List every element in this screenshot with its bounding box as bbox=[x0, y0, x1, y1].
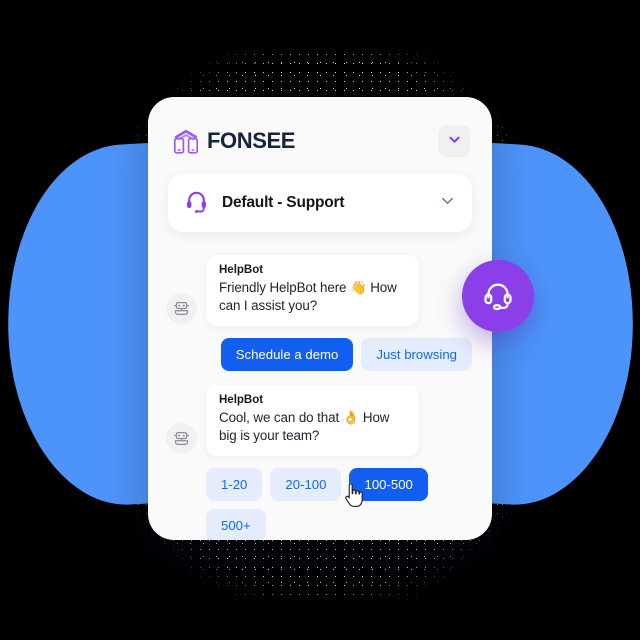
quick-reply-schedule-a-demo[interactable]: Schedule a demo bbox=[220, 338, 354, 371]
chevron-down-icon[interactable] bbox=[439, 192, 456, 214]
brand-name: FONSEE bbox=[207, 128, 296, 153]
quick-reply-100-500[interactable]: 100-500 bbox=[349, 468, 428, 501]
message-text: Friendly HelpBot here 👋 How can I assist… bbox=[219, 280, 397, 313]
message-author: HelpBot bbox=[219, 264, 264, 276]
message-row: HelpBot Cool, we can do that 👌 How big i… bbox=[166, 385, 474, 456]
headset-icon bbox=[184, 188, 209, 218]
message-text: Cool, we can do that 👌 How big is your t… bbox=[219, 410, 390, 443]
screenshot-canvas: FONSEE Default - Support HelpBot Friendl… bbox=[0, 0, 640, 640]
chevron-down-icon bbox=[447, 132, 462, 150]
quick-replies-row: 1-20 20-100 100-500 500+ bbox=[206, 468, 472, 540]
chat-widget-card: FONSEE Default - Support HelpBot Friendl… bbox=[148, 97, 492, 540]
robot-icon bbox=[166, 423, 197, 454]
headset-icon bbox=[481, 278, 515, 315]
chat-bubble: HelpBot Cool, we can do that 👌 How big i… bbox=[206, 385, 419, 456]
fonsee-arch-phones-icon bbox=[172, 128, 200, 154]
support-launcher-button[interactable] bbox=[462, 260, 534, 332]
quick-replies-row: Schedule a demo Just browsing bbox=[166, 338, 472, 371]
widget-header: FONSEE bbox=[148, 97, 492, 163]
channel-selector-label: Default - Support bbox=[222, 194, 345, 211]
quick-reply-500-plus[interactable]: 500+ bbox=[206, 509, 266, 540]
quick-reply-just-browsing[interactable]: Just browsing bbox=[361, 338, 472, 371]
channel-selector[interactable]: Default - Support bbox=[168, 174, 472, 232]
chat-bubble: HelpBot Friendly HelpBot here 👋 How can … bbox=[206, 255, 419, 326]
quick-reply-20-100[interactable]: 20-100 bbox=[270, 468, 342, 501]
quick-reply-1-20[interactable]: 1-20 bbox=[206, 468, 263, 501]
message-author: HelpBot bbox=[219, 394, 264, 406]
brand-logo: FONSEE bbox=[172, 128, 295, 154]
robot-icon bbox=[166, 293, 197, 324]
conversation-panel: HelpBot Friendly HelpBot here 👋 How can … bbox=[148, 232, 492, 540]
collapse-widget-button[interactable] bbox=[438, 125, 470, 157]
message-row: HelpBot Friendly HelpBot here 👋 How can … bbox=[166, 255, 474, 326]
